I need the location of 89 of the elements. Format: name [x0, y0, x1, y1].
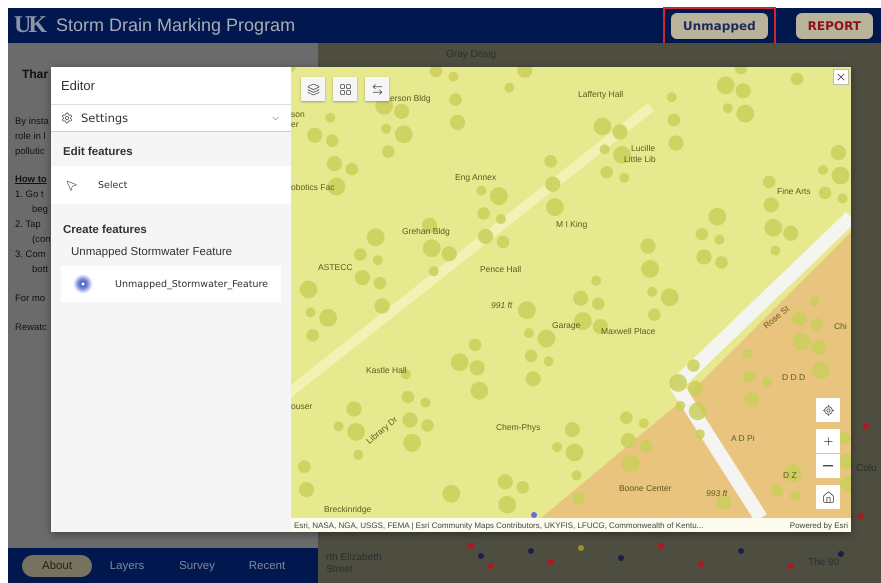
group-title: Unmapped Stormwater Feature — [70, 245, 234, 260]
map-dot — [528, 548, 534, 554]
map-dot — [658, 543, 664, 549]
map-label: erson Bldg — [390, 93, 431, 103]
locate-icon — [822, 404, 834, 416]
settings-row[interactable]: Settings — [51, 105, 291, 132]
map-label: A D Pi — [731, 433, 755, 443]
map-label: Maxwell Place — [601, 326, 656, 336]
grid-button[interactable] — [333, 77, 357, 101]
minus-icon — [823, 465, 833, 467]
select-tool[interactable]: Select — [51, 166, 291, 204]
background-text: pollutic — [15, 145, 45, 159]
map-label: Fine Arts — [777, 186, 811, 196]
map-label: 993 ft — [706, 488, 728, 498]
background-text: bott — [31, 263, 48, 277]
map-label: Boone Center — [619, 483, 672, 493]
background-text: Rewatc — [15, 321, 47, 335]
nav-tab[interactable]: About — [22, 554, 92, 576]
map-label: 991 ft — [491, 300, 512, 310]
map-label: M I King — [556, 219, 588, 229]
map-label: Grehan Bldg — [402, 226, 450, 236]
map-dot — [468, 543, 474, 549]
layers-button[interactable] — [301, 77, 325, 101]
close-button[interactable] — [833, 69, 849, 85]
map-label: Eng Annex — [455, 172, 496, 182]
plus-icon — [822, 434, 834, 448]
background-text: By insta — [15, 115, 49, 129]
close-icon — [835, 71, 847, 83]
background-text: beg — [31, 203, 48, 217]
map-dot — [548, 559, 554, 565]
settings-icon — [61, 112, 73, 124]
measure-button[interactable] — [365, 77, 389, 101]
header-button[interactable]: Unmapped — [670, 12, 768, 38]
map-label: D Z — [783, 470, 797, 480]
background-text: 1. Go t — [15, 188, 44, 202]
map-label: Breckinridge — [324, 504, 372, 514]
map-dot — [858, 513, 864, 519]
cursor-icon — [65, 178, 78, 192]
map-dot — [578, 545, 584, 551]
map-dot — [788, 563, 794, 569]
nav-tab[interactable]: Survey — [162, 554, 232, 576]
map-dot — [698, 561, 704, 567]
background-text: For mo — [15, 292, 46, 306]
point-symbol-icon — [73, 274, 93, 294]
map-label: Pence Hall — [480, 264, 522, 274]
feature-template[interactable]: Unmapped_Stormwater_Feature — [61, 266, 281, 302]
map-dot — [488, 563, 494, 569]
attribution-text: Esri, NASA, NGA, USGS, FEMA | Esri Community Maps Contributors, UKYFIS, LFUCG, Commonwealth of Kentu... — [294, 520, 704, 530]
home-button[interactable] — [816, 485, 840, 509]
section-heading: Create features — [62, 223, 148, 238]
map-dot — [618, 555, 624, 561]
map-dot — [478, 553, 484, 559]
map-label: Garage — [552, 320, 580, 330]
map-label: Chi — [834, 321, 847, 331]
background-text: 2. Tap — [15, 218, 41, 232]
background-text: Thar — [21, 67, 48, 82]
map-label: Chem-Phys — [496, 422, 540, 432]
zoom-out-button[interactable] — [816, 454, 840, 478]
map-label: ASTECC — [318, 262, 352, 272]
powered-by-text: Powered by Esri — [790, 520, 848, 530]
arrows-icon — [370, 82, 384, 96]
layers-icon — [306, 82, 320, 96]
map-dot — [863, 423, 869, 429]
background-text: 3. Com — [15, 248, 46, 262]
nav-tab[interactable]: Layers — [92, 554, 162, 576]
section-heading: Edit features — [62, 145, 134, 160]
panel-title: Editor — [51, 67, 291, 105]
header-button[interactable]: REPORT — [796, 12, 873, 38]
home-icon — [822, 490, 834, 504]
nav-tab[interactable]: Recent — [232, 554, 302, 576]
locate-button[interactable] — [816, 398, 840, 422]
app-title: Storm Drain Marking Program — [56, 15, 296, 36]
logo: UK — [14, 12, 44, 39]
background-text: (con — [31, 233, 50, 247]
map-label: Little Lib — [624, 154, 656, 164]
grid-icon — [338, 82, 352, 96]
background-text: role in l — [15, 130, 46, 144]
map-label: D D D — [782, 372, 806, 382]
map-label: Lafferty Hall — [578, 89, 624, 99]
map-label: Lucille — [631, 143, 656, 153]
zoom-in-button[interactable] — [816, 429, 840, 453]
map-label: son — [291, 109, 305, 119]
map-label: Kastle Hall — [366, 365, 407, 375]
map-dot — [838, 551, 844, 557]
map-dot — [738, 548, 744, 554]
map-label: obotics Fac — [291, 182, 334, 192]
map-label: er — [291, 119, 299, 129]
map-label: ouser — [291, 401, 312, 411]
background-text: How to — [15, 173, 47, 187]
